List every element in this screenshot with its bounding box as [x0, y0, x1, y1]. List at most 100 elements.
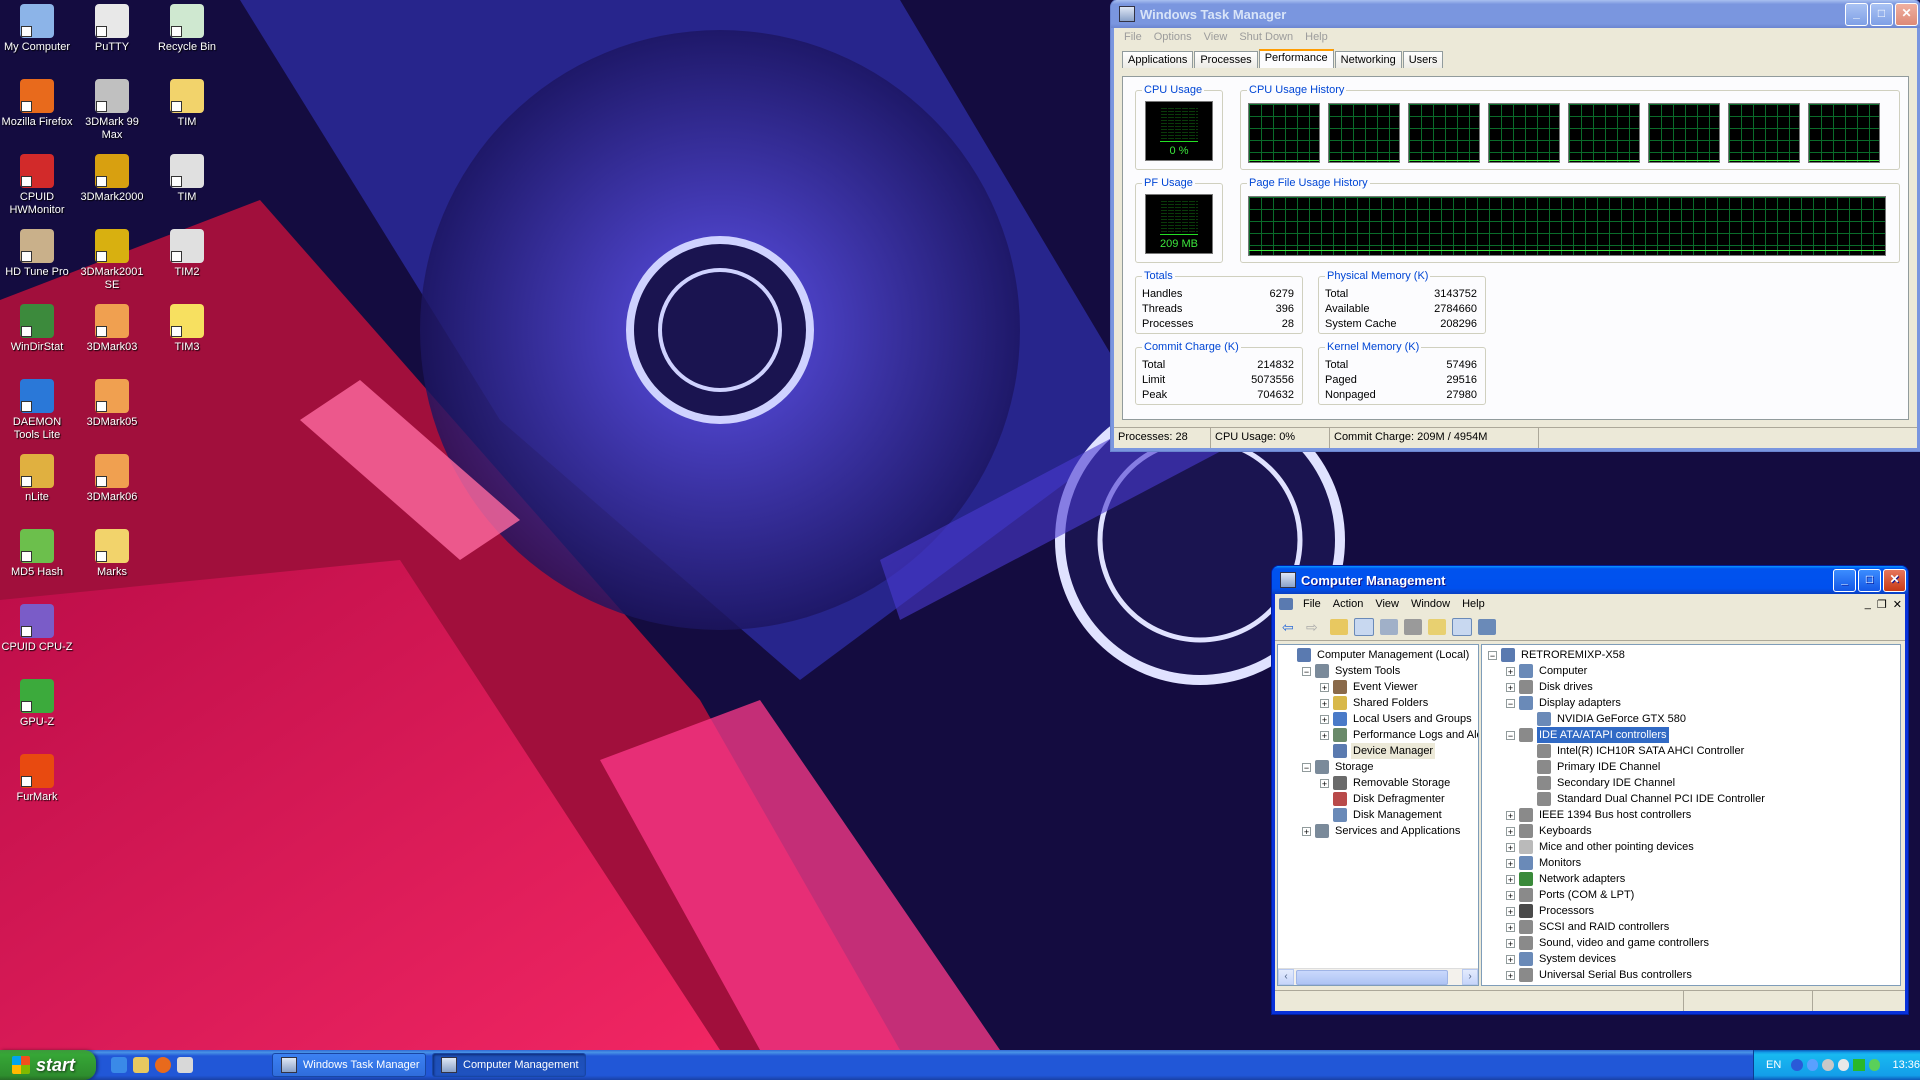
tree-node[interactable]: NVIDIA GeForce GTX 580 — [1524, 711, 1688, 727]
tree-node[interactable]: Disk Defragmenter — [1320, 791, 1447, 807]
desktop-icon[interactable]: TIM3 — [150, 304, 224, 354]
tree-node[interactable]: + Performance Logs and Alerts — [1320, 727, 1478, 743]
tray-task-manager-icon[interactable] — [1853, 1059, 1865, 1071]
tab-performance[interactable]: Performance — [1258, 49, 1334, 68]
tree-node[interactable]: Computer Management (Local) — [1284, 647, 1471, 663]
desktop-icon[interactable]: GPU-Z — [0, 679, 74, 729]
print-icon[interactable] — [1404, 619, 1422, 635]
tray-daemon-tools-icon[interactable] — [1806, 1059, 1819, 1071]
child-minimize-button[interactable]: _ — [1862, 598, 1874, 610]
tree-node[interactable]: − IDE ATA/ATAPI controllers — [1506, 726, 1670, 744]
desktop-icon[interactable]: 3DMark2000 — [75, 154, 149, 204]
putty-icon[interactable] — [177, 1057, 193, 1073]
explorer-folder-icon[interactable] — [133, 1057, 149, 1073]
desktop-icon[interactable]: TIM — [150, 79, 224, 129]
tree-node[interactable]: Secondary IDE Channel — [1524, 775, 1677, 791]
tab-users[interactable]: Users — [1402, 51, 1444, 68]
tree-node[interactable]: + Local Users and Groups — [1320, 711, 1474, 727]
expand-icon[interactable]: + — [1506, 826, 1515, 836]
tree-node[interactable]: + Network adapters — [1506, 871, 1627, 887]
internet-explorer-icon[interactable] — [111, 1057, 127, 1073]
expand-icon[interactable]: + — [1302, 826, 1311, 836]
scroll-left-button[interactable]: ‹ — [1278, 969, 1294, 985]
language-indicator[interactable]: EN — [1766, 1059, 1781, 1071]
menu-action[interactable]: Action — [1327, 598, 1370, 610]
desktop-icon[interactable]: WinDirStat — [0, 304, 74, 354]
desktop-icon[interactable]: 3DMark2001 SE — [75, 229, 149, 292]
tree-node[interactable]: + Event Viewer — [1320, 679, 1420, 695]
tray-volume-icon[interactable] — [1837, 1059, 1850, 1071]
minimize-button[interactable]: _ — [1833, 568, 1856, 592]
tree-node[interactable]: + Mice and other pointing devices — [1506, 839, 1696, 855]
expand-icon[interactable]: + — [1506, 858, 1515, 868]
menu-file[interactable]: File — [1297, 598, 1327, 610]
child-restore-button[interactable]: ❐ — [1874, 598, 1890, 611]
collapse-icon[interactable]: − — [1506, 698, 1515, 708]
desktop-icon[interactable]: Recycle Bin — [150, 4, 224, 54]
horizontal-scrollbar[interactable]: ‹ › — [1278, 968, 1478, 985]
scan-hardware-icon[interactable] — [1478, 619, 1496, 635]
tree-node[interactable]: + Shared Folders — [1320, 695, 1430, 711]
desktop-icon[interactable]: 3DMark03 — [75, 304, 149, 354]
tree-node[interactable]: Intel(R) ICH10R SATA AHCI Controller — [1524, 743, 1746, 759]
collapse-icon[interactable]: − — [1302, 762, 1311, 772]
view-icon[interactable] — [1452, 618, 1472, 636]
expand-icon[interactable]: + — [1506, 906, 1515, 916]
scroll-right-button[interactable]: › — [1462, 969, 1478, 985]
task-manager-titlebar[interactable]: Windows Task Manager _ □ ✕ — [1111, 0, 1920, 28]
maximize-button[interactable]: □ — [1870, 2, 1893, 26]
tree-node[interactable]: Device Manager — [1320, 743, 1436, 759]
tree-node[interactable]: + Ports (COM & LPT) — [1506, 887, 1636, 903]
expand-icon[interactable]: + — [1320, 730, 1329, 740]
scroll-thumb[interactable] — [1296, 970, 1448, 985]
forward-icon[interactable]: ⇨ — [1306, 619, 1324, 635]
desktop-icon[interactable]: HD Tune Pro — [0, 229, 74, 279]
expand-icon[interactable]: + — [1506, 938, 1515, 948]
tray-safely-remove-icon[interactable] — [1868, 1059, 1881, 1071]
tree-node[interactable]: + SCSI and RAID controllers — [1506, 919, 1671, 935]
expand-icon[interactable]: + — [1320, 698, 1329, 708]
menu-help[interactable]: Help — [1456, 598, 1491, 610]
tree-node[interactable]: + System devices — [1506, 951, 1618, 967]
tree-node[interactable]: − RETROREMIXP-X58 — [1488, 647, 1627, 663]
tab-networking[interactable]: Networking — [1334, 51, 1402, 68]
expand-icon[interactable]: + — [1506, 874, 1515, 884]
computer-management-titlebar[interactable]: Computer Management _ □ ✕ — [1272, 566, 1908, 594]
collapse-icon[interactable]: − — [1302, 666, 1311, 676]
tree-node[interactable]: Primary IDE Channel — [1524, 759, 1662, 775]
desktop-icon[interactable]: 3DMark 99 Max — [75, 79, 149, 142]
tree-node[interactable]: − Storage — [1302, 759, 1376, 775]
firefox-icon[interactable] — [155, 1057, 171, 1073]
desktop-icon[interactable]: MD5 Hash — [0, 529, 74, 579]
desktop-icon[interactable]: nLite — [0, 454, 74, 504]
expand-icon[interactable]: + — [1320, 714, 1329, 724]
expand-icon[interactable]: + — [1506, 922, 1515, 932]
menu-help[interactable]: Help — [1299, 31, 1334, 43]
help-icon[interactable] — [1428, 619, 1446, 635]
desktop-icon[interactable]: 3DMark05 — [75, 379, 149, 429]
tab-applications[interactable]: Applications — [1122, 51, 1194, 68]
menu-view[interactable]: View — [1198, 31, 1234, 43]
menu-file[interactable]: File — [1118, 31, 1148, 43]
desktop-icon[interactable]: PuTTY — [75, 4, 149, 54]
tree-node[interactable]: + Removable Storage — [1320, 775, 1452, 791]
desktop-icon[interactable]: DAEMON Tools Lite — [0, 379, 74, 442]
maximize-button[interactable]: □ — [1858, 568, 1881, 592]
tree-node[interactable]: Standard Dual Channel PCI IDE Controller — [1524, 791, 1767, 807]
desktop-icon[interactable]: TIM — [150, 154, 224, 204]
properties-icon[interactable] — [1380, 619, 1398, 635]
child-close-button[interactable]: ✕ — [1890, 598, 1905, 611]
back-icon[interactable]: ⇦ — [1282, 619, 1300, 635]
tree-node[interactable]: + Sound, video and game controllers — [1506, 935, 1711, 951]
tree-node[interactable]: − System Tools — [1302, 663, 1402, 679]
menu-window[interactable]: Window — [1405, 598, 1456, 610]
tree-node[interactable]: + Computer — [1506, 663, 1589, 679]
menu-shut-down[interactable]: Shut Down — [1233, 31, 1299, 43]
tree-node[interactable]: − Display adapters — [1506, 695, 1623, 711]
taskbar-computer-management[interactable]: Computer Management — [432, 1053, 586, 1077]
tree-node[interactable]: + Universal Serial Bus controllers — [1506, 967, 1694, 983]
expand-icon[interactable]: + — [1506, 682, 1515, 692]
tray-network-icon[interactable] — [1822, 1059, 1834, 1071]
tree-node[interactable]: + Monitors — [1506, 855, 1583, 871]
desktop-icon[interactable]: CPUID CPU-Z — [0, 604, 74, 654]
